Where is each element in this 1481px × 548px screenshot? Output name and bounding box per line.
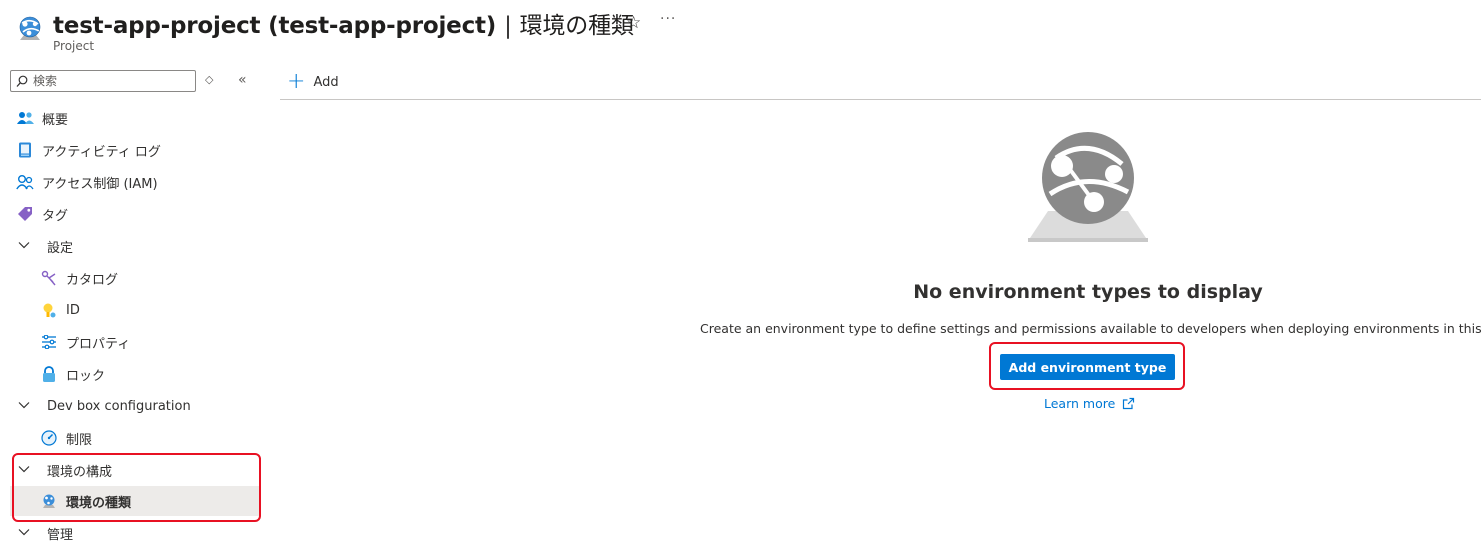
sidebar-item-overview[interactable]: 概要 [10,103,260,133]
external-link-icon [1123,397,1135,410]
chevron-down-icon [18,528,30,539]
sidebar-search-box[interactable] [10,70,196,92]
sidebar-item-environment-types[interactable]: 環境の種類 [10,486,260,516]
sidebar-item-label: ID [66,302,80,318]
sidebar-item-limits[interactable]: 制限 [10,423,260,453]
sidebar-item-identity[interactable]: ID [10,295,260,325]
empty-state-title: No environment types to display [913,281,1263,303]
sidebar-item-label: アクセス制御 (IAM) [42,176,158,192]
sidebar-search-input[interactable] [33,72,193,90]
sidebar-item-properties[interactable]: プロパティ [10,327,260,357]
sidebar-item-label: プロパティ [66,336,131,352]
sidebar-item-label: 環境の種類 [66,495,132,511]
tag-icon [16,205,34,223]
sidebar-group-management[interactable]: 管理 [10,518,260,548]
sidebar-group-label: 環境の構成 [47,464,113,480]
sidebar-group-settings[interactable]: 設定 [10,231,260,261]
sidebar-group-label: 設定 [47,240,74,256]
resource-type-label: Project [53,39,95,53]
access-control-icon [16,173,34,191]
learn-more-link[interactable]: Learn more [1044,396,1135,411]
collapse-sidebar-icon[interactable]: « [238,72,247,88]
activity-log-icon [16,141,34,159]
sidebar-item-label: カタログ [66,272,119,288]
sidebar-item-activity-log[interactable]: アクティビティ ログ [10,135,260,165]
sidebar-item-label: 概要 [42,112,69,128]
sidebar-item-locks[interactable]: ロック [10,359,260,389]
environment-type-icon [40,492,58,510]
environment-globe-icon [1026,128,1150,244]
empty-state-description: Create an environment type to define set… [700,321,1481,336]
sidebar-item-access-control[interactable]: アクセス制御 (IAM) [10,167,260,197]
sort-toggle-icon[interactable]: ◇ [205,73,213,86]
sidebar-item-label: タグ [42,208,69,224]
people-icon [16,109,34,127]
ellipsis-icon[interactable]: ··· [660,11,676,27]
add-environment-type-button[interactable]: Add environment type [1000,354,1175,380]
sidebar-group-dev-box-configuration[interactable]: Dev box configuration [10,391,260,421]
title-separator: | [504,13,512,39]
lock-icon [40,365,58,383]
project-title: test-app-project (test-app-project) [53,13,497,39]
learn-more-label: Learn more [1044,396,1116,411]
blade-title: 環境の種類 [519,13,634,39]
sidebar-item-label: アクティビティ ログ [42,144,161,160]
toolbar-divider [280,99,1481,100]
catalog-icon [40,269,58,287]
identity-icon [40,301,58,319]
chevron-down-icon [18,465,30,476]
sidebar-item-label: ロック [66,368,106,384]
sidebar-item-tags[interactable]: タグ [10,199,260,229]
properties-icon [40,333,58,351]
sidebar-group-label: Dev box configuration [47,398,191,414]
sidebar-group-label: 管理 [47,527,74,543]
plus-icon: + [287,69,306,94]
project-app-icon [14,14,46,46]
star-icon[interactable]: ☆ [626,13,641,33]
add-button-label: Add [313,74,339,90]
sidebar-item-catalog[interactable]: カタログ [10,263,260,293]
chevron-down-icon [18,401,30,412]
search-icon [16,75,28,87]
page-title: test-app-project (test-app-project) | 環境の種… [53,6,634,40]
sidebar-item-label: 制限 [66,432,93,448]
sidebar-group-environment-configuration[interactable]: 環境の構成 [10,455,260,485]
add-button[interactable]: + Add [287,69,339,94]
chevron-down-icon [18,241,30,252]
limits-icon [40,429,58,447]
